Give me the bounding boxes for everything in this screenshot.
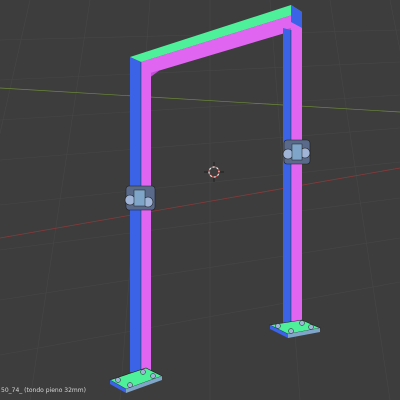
x-axis-line (0, 167, 400, 239)
right-post-side (283, 28, 291, 330)
gantry-frame[interactable] (109, 5, 322, 393)
left-clamp (124, 185, 156, 211)
right-post-front (291, 28, 302, 330)
floor-grid (0, 0, 400, 400)
right-base-plate (269, 319, 322, 338)
left-post-side (130, 57, 141, 375)
right-clamp (282, 139, 311, 165)
top-beam-front-face (141, 12, 302, 76)
left-post-front (141, 59, 151, 375)
left-base-plate (109, 367, 163, 393)
3d-cursor-icon[interactable] (204, 162, 224, 182)
3d-viewport[interactable]: 50_74_ (tondo pieno 32mm) (0, 0, 400, 400)
y-axis-line (0, 87, 400, 113)
object-info-label: 50_74_ (tondo pieno 32mm) (1, 387, 86, 394)
viewport-canvas[interactable] (0, 0, 400, 400)
